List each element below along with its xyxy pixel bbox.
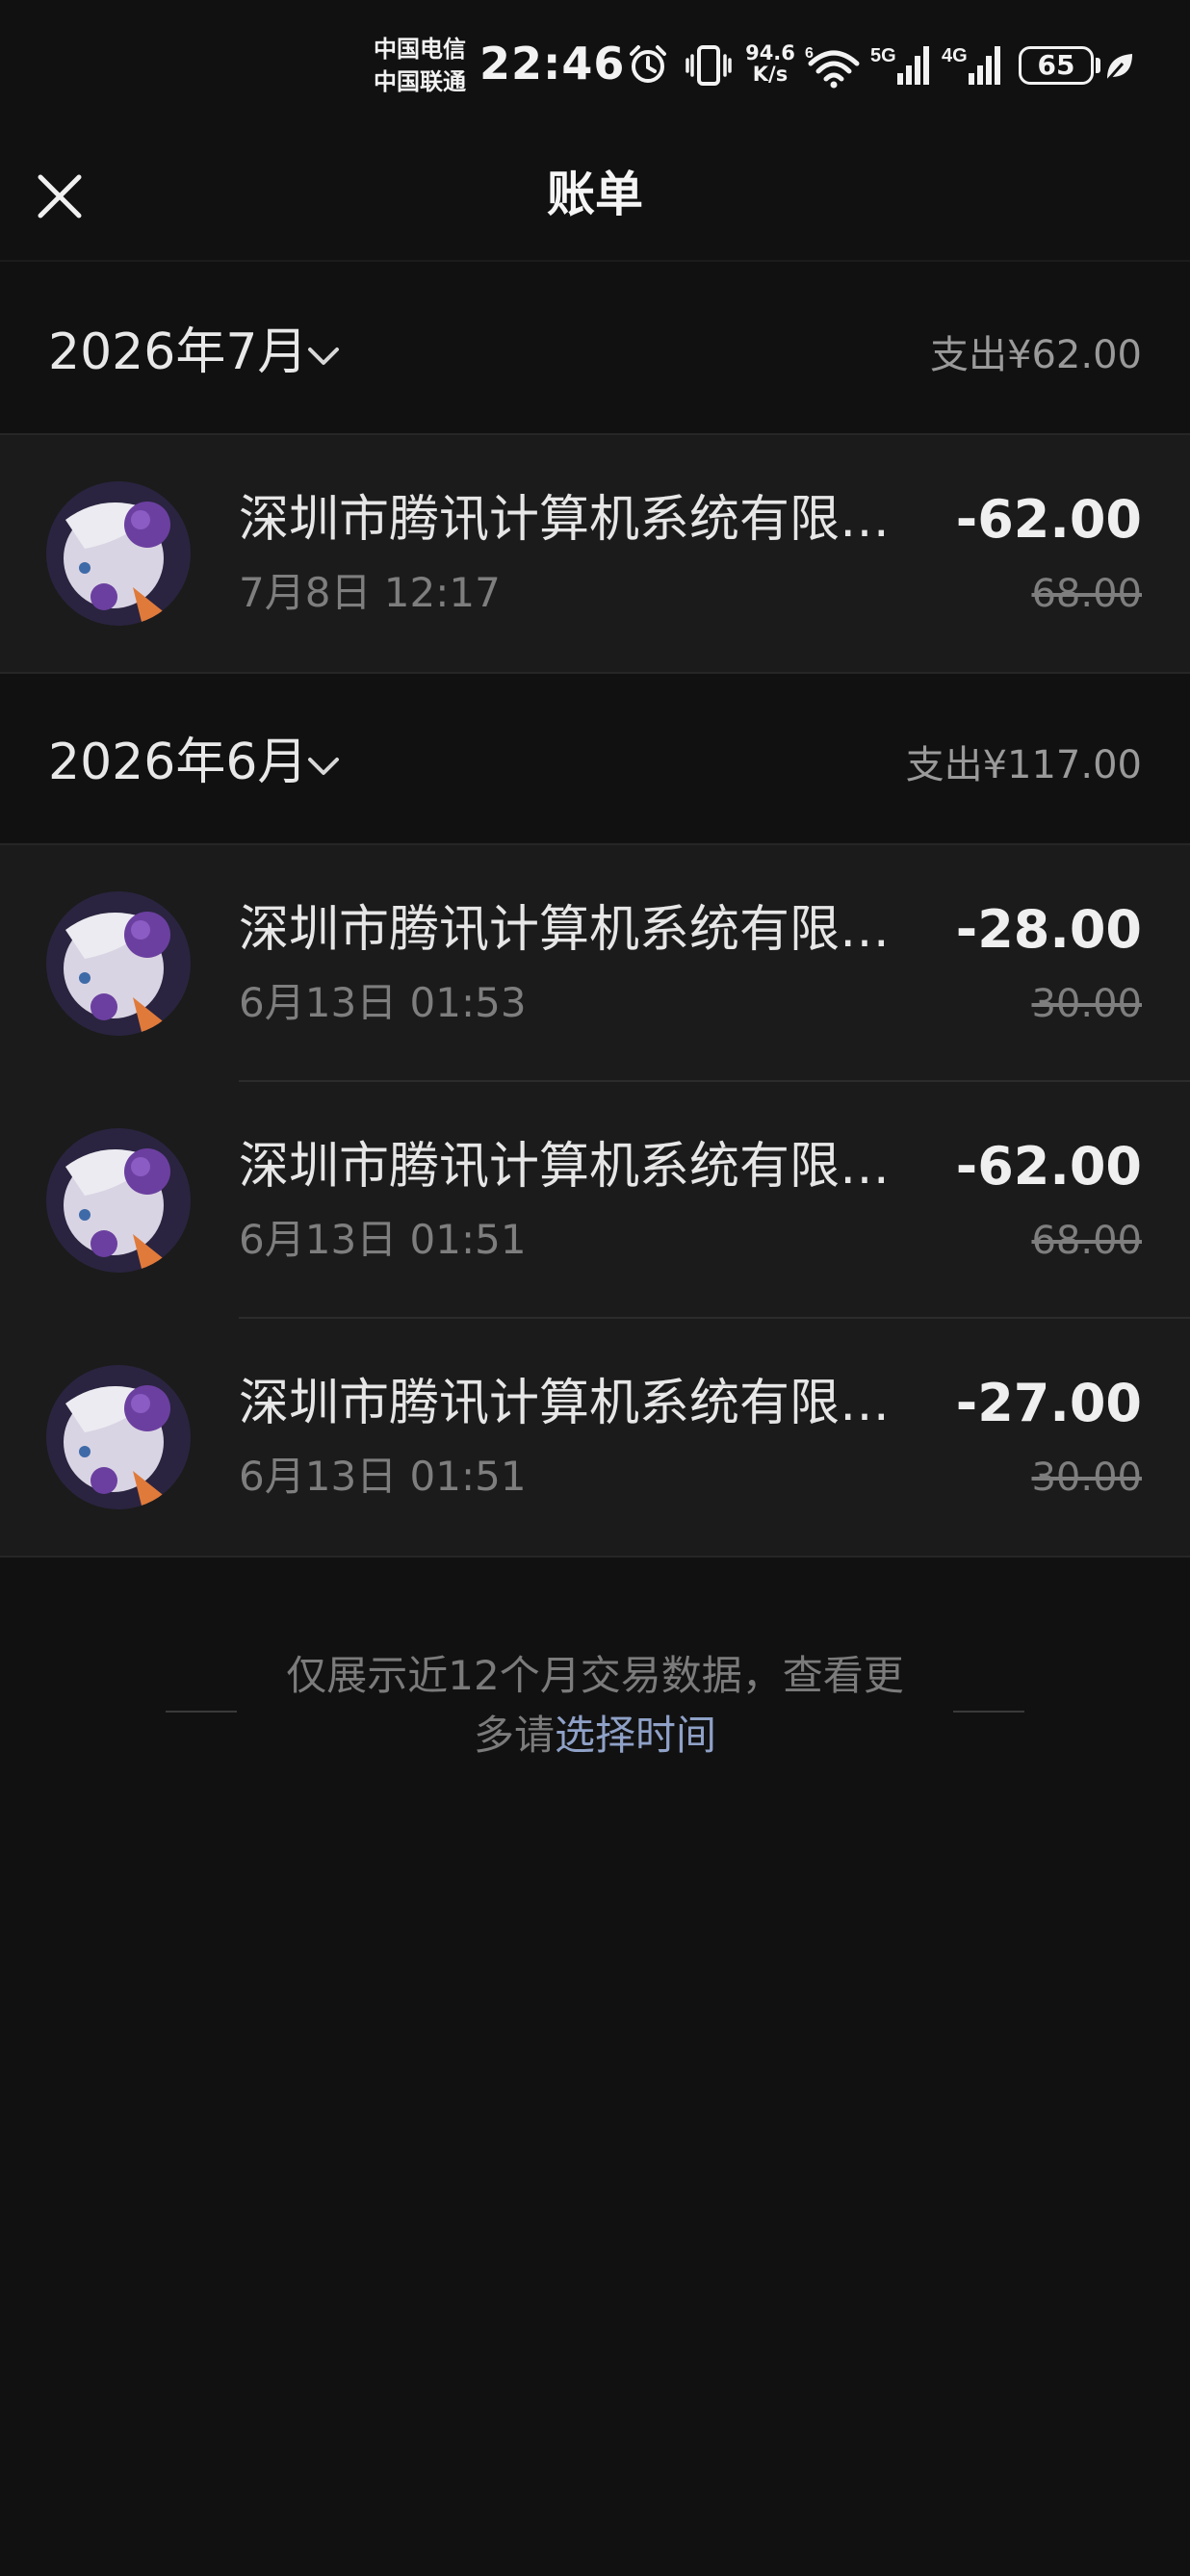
transaction-time: 7月8日 12:17 — [239, 569, 501, 616]
merchant-name: 深圳市腾讯计算机系统有限… — [239, 1375, 891, 1432]
carrier-2: 中国联通 — [374, 68, 466, 95]
status-bar: 中国电信 中国联通 22:46 94.6 K/s 6 5G 4G 65 — [0, 0, 1190, 135]
divider-line-right — [953, 1711, 1024, 1713]
signal-5g-icon: 5G — [870, 45, 929, 85]
transaction-row[interactable]: 深圳市腾讯计算机系统有限… 6月13日 01:53 -28.00 30.00 — [0, 845, 1190, 1082]
chevron-down-icon — [308, 348, 339, 365]
network-speed-unit: K/s — [752, 63, 789, 86]
battery-tip — [1096, 58, 1100, 73]
nav-header: 账单 — [0, 135, 1190, 262]
alarm-icon — [630, 45, 666, 83]
status-time: 22:46 — [479, 38, 626, 90]
transaction-amount: -62.00 — [955, 489, 1142, 550]
wifi-icon: 6 — [805, 45, 860, 89]
sim1-network-label: 5G — [870, 45, 896, 66]
note-line-2: 多请选择时间 — [260, 1706, 930, 1765]
history-limit-note: 仅展示近12个月交易数据，查看更 多请选择时间 — [0, 1646, 1190, 1781]
battery-icon: 65 — [1019, 46, 1094, 85]
month-header-june[interactable]: 2026年6月 支出¥117.00 — [0, 674, 1190, 843]
network-speed: 94.6 K/s — [741, 42, 799, 85]
note-prefix: 多请 — [473, 1712, 555, 1759]
transaction-amount: -62.00 — [955, 1136, 1142, 1197]
transaction-row[interactable]: 深圳市腾讯计算机系统有限… 6月13日 01:51 -27.00 30.00 — [0, 1319, 1190, 1556]
transaction-row[interactable]: 深圳市腾讯计算机系统有限… 7月8日 12:17 -62.00 68.00 — [0, 435, 1190, 672]
transaction-amount: -28.00 — [955, 899, 1142, 960]
network-speed-value: 94.6 — [745, 41, 795, 64]
transaction-amount: -27.00 — [955, 1373, 1142, 1433]
leaf-icon — [1105, 54, 1132, 82]
original-price: 68.00 — [1031, 1219, 1142, 1263]
transaction-row[interactable]: 深圳市腾讯计算机系统有限… 6月13日 01:51 -62.00 68.00 — [0, 1082, 1190, 1319]
merchant-name: 深圳市腾讯计算机系统有限… — [239, 491, 891, 549]
merchant-avatar — [46, 1365, 191, 1509]
sim2-network-label: 4G — [942, 45, 968, 66]
vibrate-icon — [686, 45, 732, 86]
note-line-1: 仅展示近12个月交易数据，查看更 — [286, 1652, 904, 1699]
select-time-link[interactable]: 选择时间 — [555, 1712, 716, 1759]
signal-4g-icon: 4G — [942, 45, 1000, 85]
transaction-list-july: 深圳市腾讯计算机系统有限… 7月8日 12:17 -62.00 68.00 — [0, 433, 1190, 674]
month-header-july[interactable]: 2026年7月 支出¥62.00 — [0, 264, 1190, 433]
merchant-avatar — [46, 481, 191, 626]
divider-line-left — [166, 1711, 237, 1713]
merchant-name: 深圳市腾讯计算机系统有限… — [239, 901, 891, 959]
history-limit-text: 仅展示近12个月交易数据，查看更 多请选择时间 — [260, 1646, 930, 1765]
original-price: 30.00 — [1031, 1455, 1142, 1500]
merchant-avatar — [46, 1128, 191, 1273]
page-title: 账单 — [547, 167, 643, 222]
original-price: 68.00 — [1031, 572, 1142, 616]
transaction-time: 6月13日 01:51 — [239, 1453, 527, 1500]
month-label: 2026年7月 — [48, 323, 308, 381]
merchant-name: 深圳市腾讯计算机系统有限… — [239, 1138, 891, 1196]
carrier-1: 中国电信 — [374, 36, 466, 63]
merchant-avatar — [46, 891, 191, 1036]
month-expense-total: 支出¥117.00 — [905, 743, 1142, 787]
carrier-labels: 中国电信 中国联通 — [374, 33, 466, 98]
transaction-time: 6月13日 01:53 — [239, 979, 527, 1026]
chevron-down-icon — [308, 758, 339, 775]
transaction-list-june: 深圳市腾讯计算机系统有限… 6月13日 01:53 -28.00 30.00 深… — [0, 843, 1190, 1558]
month-label: 2026年6月 — [48, 734, 308, 791]
month-expense-total: 支出¥62.00 — [930, 333, 1142, 377]
transaction-time: 6月13日 01:51 — [239, 1216, 527, 1263]
original-price: 30.00 — [1031, 982, 1142, 1026]
